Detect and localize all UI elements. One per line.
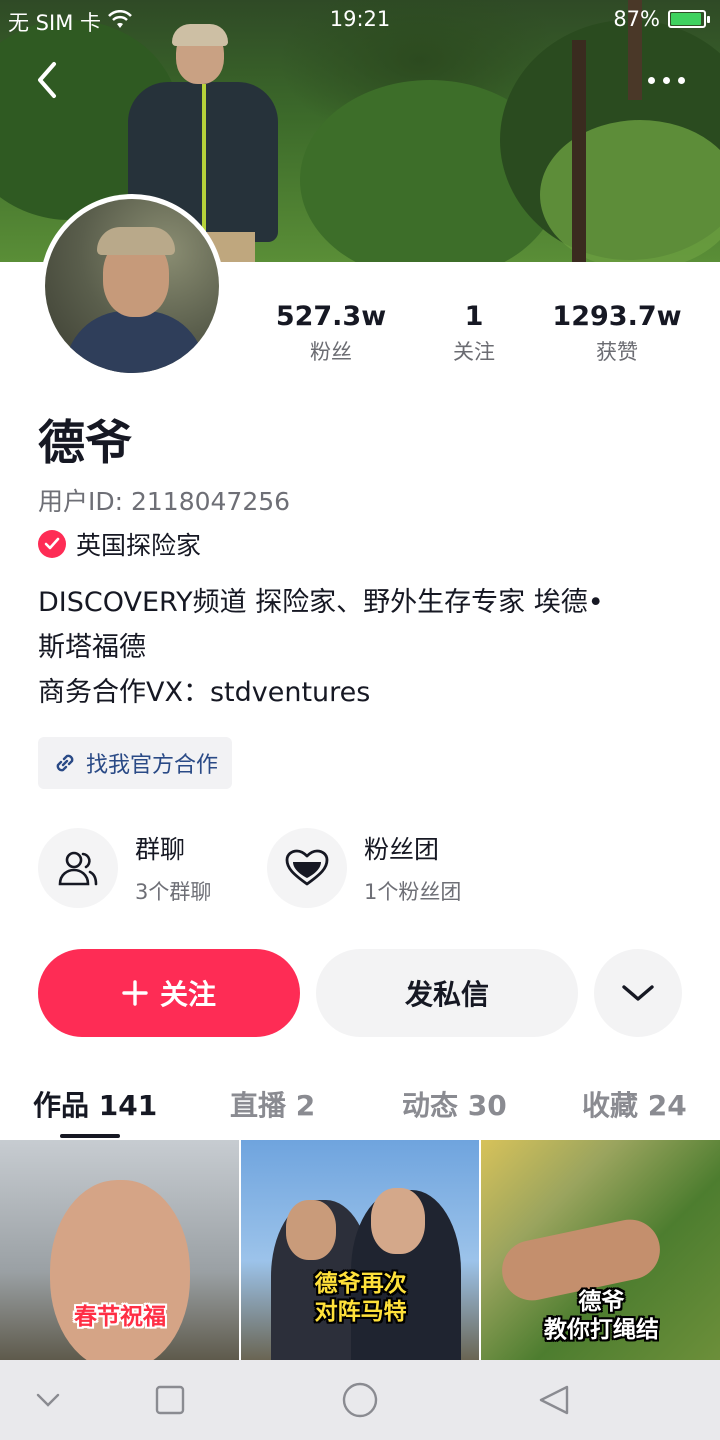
video-caption-line: 德爷 — [578, 1289, 625, 1315]
plus-icon — [122, 980, 148, 1006]
follow-button[interactable]: 关注 — [38, 949, 300, 1037]
video-caption-line: 对阵马特 — [314, 1299, 407, 1325]
verification-badge-row: 英国探险家 — [38, 526, 201, 562]
back-triangle-icon[interactable] — [534, 1380, 574, 1420]
action-buttons: 关注 发私信 — [38, 949, 682, 1037]
video-thumbnail[interactable]: 春节祝福 — [0, 1140, 239, 1360]
message-label: 发私信 — [404, 978, 489, 1011]
chevron-down-icon — [622, 985, 654, 1001]
tab-works[interactable]: 作品 141 — [33, 1084, 157, 1124]
fan-club-title: 粉丝团 — [364, 835, 440, 864]
follow-label: 关注 — [159, 978, 216, 1011]
stat-label: 粉丝 — [310, 340, 352, 364]
back-button[interactable] — [24, 56, 72, 104]
tab-moments[interactable]: 动态 30 — [402, 1084, 507, 1124]
battery-percent: 87% — [613, 7, 660, 31]
video-thumbnail[interactable]: 德爷 教你打绳结 — [481, 1140, 720, 1360]
fan-club-subtitle: 1个粉丝团 — [364, 880, 462, 904]
more-dots-icon — [647, 76, 685, 84]
stat-value: 1 — [464, 301, 484, 332]
content-tabs: 作品 141 直播 2 动态 30 收藏 24 — [0, 1080, 720, 1140]
banner-tree-trunk — [572, 40, 586, 262]
stat-value: 527.3w — [275, 301, 387, 332]
battery-icon — [668, 10, 710, 28]
verification-text: 英国探险家 — [76, 531, 202, 560]
expand-more-button[interactable] — [594, 949, 682, 1037]
heart-icon — [267, 828, 347, 908]
fan-club-entry[interactable]: 粉丝团 1个粉丝团 — [267, 828, 496, 908]
user-id[interactable]: 用户ID: 2118047256 — [38, 482, 290, 518]
video-caption-line: 德爷再次 — [314, 1271, 407, 1297]
tab-live[interactable]: 直播 2 — [230, 1084, 315, 1124]
more-options-button[interactable] — [638, 60, 694, 100]
profile-stats: 527.3w 粉丝 1 关注 1293.7w 获赞 — [256, 300, 706, 370]
stat-value: 1293.7w — [552, 301, 682, 332]
official-cooperation-link[interactable]: 找我官方合作 — [38, 737, 233, 789]
system-navigation-bar — [0, 1360, 720, 1440]
bio-line: 商务合作VX：stdventures — [38, 677, 371, 708]
group-chat-title: 群聊 — [135, 835, 186, 864]
status-time: 19:21 — [329, 7, 391, 31]
tab-favorites[interactable]: 收藏 24 — [582, 1084, 687, 1124]
bio-line: 斯塔福德 — [38, 632, 146, 663]
active-tab-indicator — [60, 1134, 120, 1138]
link-icon — [56, 754, 74, 772]
group-chat-entry[interactable]: 群聊 3个群聊 — [38, 828, 267, 908]
collapse-chevron-icon[interactable] — [28, 1380, 68, 1420]
video-caption: 德爷再次 对阵马特 — [301, 1270, 421, 1326]
home-square-icon[interactable] — [150, 1380, 190, 1420]
status-bar: 无 SIM 卡 19:21 87% — [0, 0, 720, 38]
avatar[interactable] — [40, 194, 224, 378]
groups-row: 群聊 3个群聊 粉丝团 1个粉丝团 — [38, 828, 496, 908]
bio-line: DISCOVERY频道 探险家、野外生存专家 埃德• — [38, 587, 604, 618]
message-button[interactable]: 发私信 — [316, 949, 578, 1037]
profile-name: 德爷 — [38, 416, 132, 471]
profile-bio: DISCOVERY频道 探险家、野外生存专家 埃德• 斯塔福德 商务合作VX：s… — [38, 580, 688, 715]
stat-label: 关注 — [453, 340, 495, 364]
stat-label: 获赞 — [596, 340, 638, 364]
video-caption: 春节祝福 — [74, 1304, 166, 1330]
verified-check-icon — [38, 530, 66, 558]
stat-following[interactable]: 1 关注 — [406, 300, 542, 370]
video-thumbnail[interactable]: 德爷再次 对阵马特 — [240, 1140, 480, 1360]
video-caption-line: 教你打绳结 — [543, 1317, 659, 1343]
group-chat-subtitle: 3个群聊 — [135, 880, 212, 904]
video-caption: 德爷 教你打绳结 — [511, 1288, 691, 1344]
group-chat-icon — [38, 828, 118, 908]
official-link-label: 找我官方合作 — [86, 753, 219, 778]
stat-likes[interactable]: 1293.7w 获赞 — [542, 300, 692, 370]
video-grid: 春节祝福 德爷再次 对阵马特 德爷 教你打绳结 — [0, 1140, 720, 1360]
home-circle-icon[interactable] — [340, 1380, 380, 1420]
stat-followers[interactable]: 527.3w 粉丝 — [256, 300, 406, 370]
chevron-left-icon — [38, 62, 56, 98]
